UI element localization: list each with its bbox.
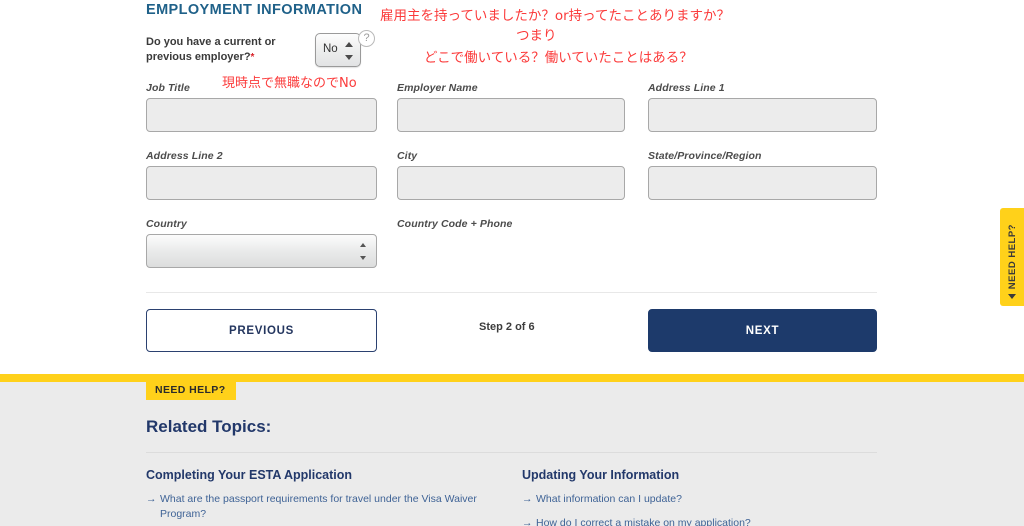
- topic-column-completing-application: Completing Your ESTA Application → What …: [146, 468, 496, 526]
- arrow-right-icon: →: [522, 517, 533, 526]
- country-select[interactable]: [146, 234, 377, 268]
- previous-button[interactable]: PREVIOUS: [146, 309, 377, 352]
- field-country-code-phone: Country Code + Phone: [397, 218, 625, 234]
- field-state-province-region: State/Province/Region: [648, 150, 877, 200]
- stepper-arrows-icon: [344, 42, 353, 60]
- page-title: EMPLOYMENT INFORMATION: [146, 2, 363, 18]
- need-help-tag[interactable]: NEED HELP?: [146, 380, 236, 400]
- topic-heading: Updating Your Information: [522, 468, 680, 482]
- city-input[interactable]: [397, 166, 625, 200]
- footer-divider: [146, 452, 877, 453]
- field-label: Job Title: [146, 82, 190, 94]
- address-line-2-input[interactable]: [146, 166, 377, 200]
- employer-question-label: Do you have a current or previous employ…: [146, 35, 311, 65]
- related-topics-heading: Related Topics:: [146, 417, 272, 436]
- field-address-line-2: Address Line 2: [146, 150, 377, 200]
- stepper-arrows-icon: [358, 243, 367, 260]
- field-job-title: Job Title: [146, 82, 377, 132]
- address-line-1-input[interactable]: [648, 98, 877, 132]
- esta-application-page: EMPLOYMENT INFORMATION Do you have a cur…: [0, 0, 1024, 526]
- form-divider: [146, 292, 877, 293]
- field-label: Address Line 1: [648, 82, 725, 94]
- topic-link-text: How do I correct a mistake on my applica…: [536, 517, 751, 526]
- topic-column-updating-information: Updating Your Information → What informa…: [522, 468, 872, 526]
- field-label: City: [397, 150, 418, 162]
- step-indicator: Step 2 of 6: [479, 321, 535, 333]
- topic-link[interactable]: → What are the passport requirements for…: [146, 492, 496, 522]
- arrow-right-icon: →: [522, 493, 533, 505]
- topic-link[interactable]: → What information can I update?: [522, 492, 872, 507]
- required-asterisk: *: [250, 52, 255, 63]
- job-title-input[interactable]: [146, 98, 377, 132]
- topic-heading: Completing Your ESTA Application: [146, 468, 353, 482]
- field-label: Employer Name: [397, 82, 478, 94]
- field-employer-name: Employer Name: [397, 82, 625, 132]
- field-label: Country Code + Phone: [397, 218, 513, 230]
- employer-question-text: Do you have a current or previous employ…: [146, 36, 276, 63]
- topic-link[interactable]: → How do I correct a mistake on my appli…: [522, 516, 872, 526]
- employer-select-value: No: [323, 43, 338, 55]
- topic-link-text: What information can I update?: [536, 493, 682, 505]
- topic-link-text: What are the passport requirements for t…: [160, 493, 477, 520]
- next-button[interactable]: NEXT: [648, 309, 877, 352]
- question-mark-icon[interactable]: ?: [358, 30, 375, 47]
- field-city: City: [397, 150, 625, 200]
- annotation-line-1: 雇用主を持っていましたか？or持ってたことありますか？: [380, 8, 730, 24]
- field-label: State/Province/Region: [648, 150, 762, 162]
- field-label: Country: [146, 218, 187, 230]
- field-country: Country: [146, 218, 377, 268]
- side-tab-label: NEED HELP?: [1006, 224, 1018, 290]
- arrow-right-icon: →: [146, 493, 157, 505]
- field-label: Address Line 2: [146, 150, 223, 162]
- annotation-line-3: どこで働いている？働いていたことはある？: [424, 50, 693, 66]
- employer-name-input[interactable]: [397, 98, 625, 132]
- chevron-down-icon: [1008, 294, 1016, 299]
- need-help-side-tab[interactable]: NEED HELP?: [1000, 208, 1024, 306]
- field-address-line-1: Address Line 1: [648, 82, 877, 132]
- employer-select[interactable]: No: [315, 33, 361, 67]
- employment-form-section: EMPLOYMENT INFORMATION Do you have a cur…: [0, 0, 1024, 374]
- state-province-region-input[interactable]: [648, 166, 877, 200]
- annotation-line-2: つまり: [516, 28, 557, 44]
